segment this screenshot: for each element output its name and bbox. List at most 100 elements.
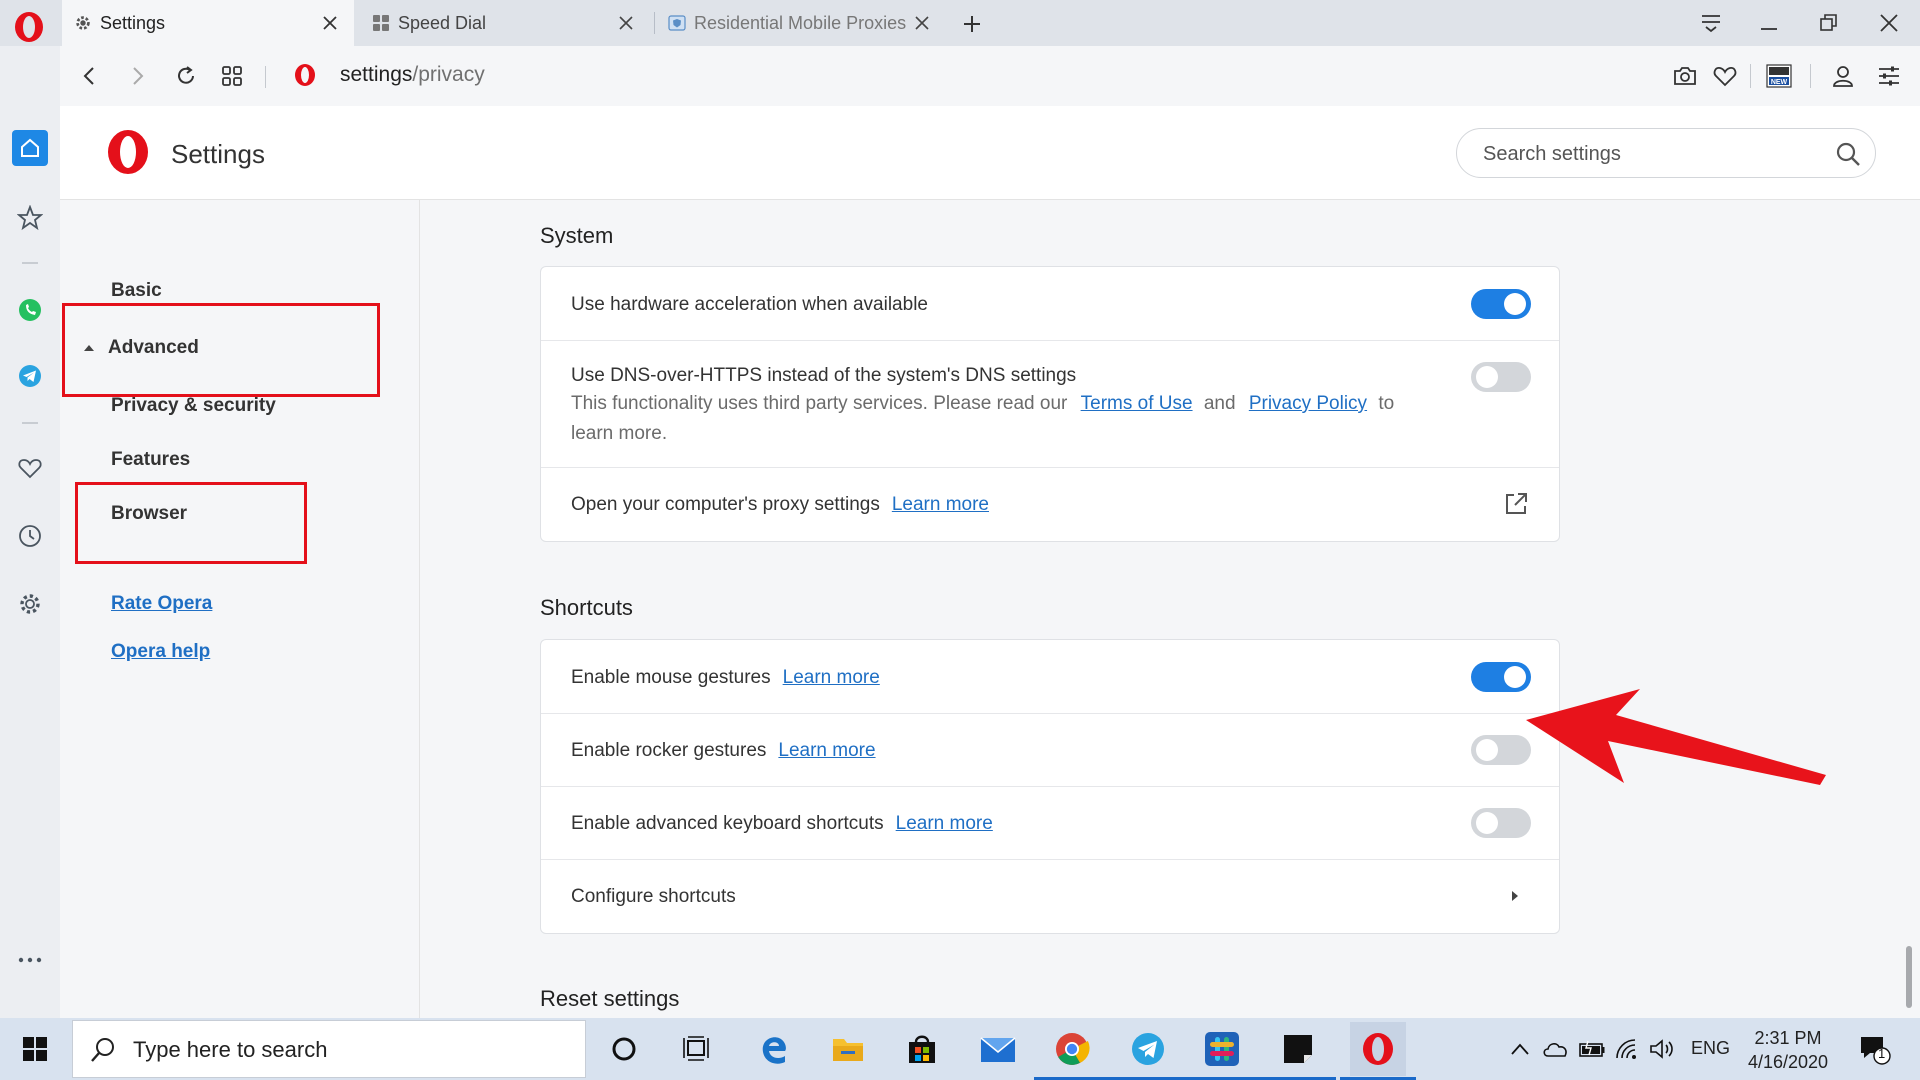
start-button[interactable] <box>12 1031 58 1067</box>
action-center-button[interactable]: 1 <box>1858 1034 1892 1066</box>
tab-speed-dial[interactable]: Speed Dial <box>360 0 650 46</box>
onedrive-tray-button[interactable] <box>1542 1036 1570 1062</box>
minimize-icon <box>1761 28 1777 30</box>
sidebar-rail <box>0 46 60 1018</box>
taskbar-search-box[interactable]: Type here to search <box>72 1020 586 1078</box>
close-tab-icon[interactable] <box>614 11 638 35</box>
rocker-gestures-row[interactable]: Enable rocker gestures Learn more <box>541 714 1559 787</box>
scrollbar-thumb[interactable] <box>1906 946 1912 1008</box>
speed-dial-home-button[interactable] <box>12 130 48 166</box>
tabs-overview-button[interactable] <box>217 61 247 91</box>
terms-of-use-link[interactable]: Terms of Use <box>1081 393 1193 414</box>
show-hidden-icons-button[interactable] <box>1506 1036 1534 1062</box>
hardware-acceleration-toggle[interactable] <box>1471 289 1531 319</box>
learn-more-link[interactable]: Learn more <box>892 494 989 515</box>
settings-button[interactable] <box>12 586 48 622</box>
keyboard-shortcuts-row[interactable]: Enable advanced keyboard shortcuts Learn … <box>541 787 1559 860</box>
forward-button[interactable] <box>122 61 152 91</box>
reload-button[interactable] <box>171 61 201 91</box>
bookmarks-button[interactable] <box>12 200 48 236</box>
tab-residential-proxies[interactable]: Residential Mobile Proxies <box>656 0 946 46</box>
opera-logo-icon <box>108 130 148 174</box>
camera-icon <box>1674 67 1696 85</box>
grid-icon <box>222 66 242 86</box>
wifi-tray-button[interactable] <box>1614 1036 1642 1062</box>
reload-icon <box>178 66 194 84</box>
minimize-button[interactable] <box>1752 8 1786 38</box>
telegram-icon <box>19 365 41 387</box>
tab-menu-button[interactable] <box>1694 8 1728 38</box>
volume-tray-button[interactable] <box>1648 1036 1676 1062</box>
learn-more-link[interactable]: Learn more <box>778 740 875 761</box>
notification-icon <box>1861 1037 1891 1065</box>
mouse-gestures-row[interactable]: Enable mouse gestures Learn more <box>541 640 1559 714</box>
cortana-circle-icon <box>612 1037 636 1061</box>
mail-button[interactable] <box>974 1026 1022 1072</box>
rate-opera-link[interactable]: Rate Opera <box>111 593 212 615</box>
opera-menu-button[interactable] <box>12 10 46 44</box>
url-field[interactable]: settings/privacy <box>340 63 485 87</box>
hardware-acceleration-row[interactable]: Use hardware acceleration when available <box>541 267 1559 341</box>
opera-help-link[interactable]: Opera help <box>111 641 210 663</box>
sticky-notes-button[interactable] <box>1260 1026 1336 1080</box>
battery-charging-icon <box>1579 1040 1605 1057</box>
whatsapp-button[interactable] <box>12 292 48 328</box>
store-button[interactable] <box>898 1026 946 1072</box>
settings-search-box[interactable] <box>1456 128 1876 178</box>
nav-item-features[interactable]: Features <box>111 449 190 471</box>
news-button[interactable]: NEW <box>1764 61 1794 91</box>
my-flow-button[interactable] <box>12 450 48 486</box>
proxy-settings-row[interactable]: Open your computer's proxy settings Learn… <box>541 468 1559 541</box>
nav-item-basic[interactable]: Basic <box>111 280 162 302</box>
restore-button[interactable] <box>1812 8 1846 38</box>
edge-icon <box>762 1037 786 1064</box>
learn-more-link[interactable]: Learn more <box>783 667 880 688</box>
external-link-icon[interactable] <box>1503 491 1529 517</box>
add-to-bookmarks-button[interactable] <box>1710 61 1740 91</box>
back-button[interactable] <box>75 61 105 91</box>
setting-label: Open your computer's proxy settings Learn… <box>571 494 989 516</box>
privacy-policy-link[interactable]: Privacy Policy <box>1249 393 1367 414</box>
account-button[interactable] <box>1828 61 1858 91</box>
setting-label: Enable rocker gestures Learn more <box>571 740 876 762</box>
chrome-button[interactable] <box>1034 1026 1110 1080</box>
more-button[interactable] <box>12 942 48 978</box>
file-explorer-button[interactable] <box>824 1026 872 1072</box>
edge-app-button[interactable] <box>750 1026 798 1072</box>
tab-settings[interactable]: Settings <box>62 0 354 46</box>
search-icon[interactable] <box>1835 141 1861 167</box>
search-input[interactable] <box>1483 141 1813 167</box>
description-text: and <box>1203 393 1236 414</box>
setting-label: Enable advanced keyboard shortcuts Learn … <box>571 813 993 835</box>
configure-shortcuts-row[interactable]: Configure shortcuts <box>541 860 1559 933</box>
close-window-button[interactable] <box>1872 8 1906 38</box>
cortana-button[interactable] <box>600 1026 648 1072</box>
dns-over-https-row[interactable]: Use DNS-over-HTTPS instead of the system… <box>541 341 1559 468</box>
home-icon <box>21 138 39 157</box>
nav-item-privacy-security[interactable]: Privacy & security <box>111 395 276 417</box>
history-button[interactable] <box>12 518 48 554</box>
telegram-button[interactable] <box>12 358 48 394</box>
keyboard-shortcuts-toggle[interactable] <box>1471 808 1531 838</box>
close-tab-icon[interactable] <box>910 11 934 35</box>
shield-page-icon <box>668 15 686 31</box>
settings-header: Settings <box>60 106 1920 200</box>
task-view-icon <box>683 1036 709 1061</box>
slack-button[interactable] <box>1184 1026 1260 1080</box>
learn-more-link[interactable]: Learn more <box>896 813 993 834</box>
close-tab-icon[interactable] <box>318 11 342 35</box>
toggle-knob <box>1476 812 1498 834</box>
dns-over-https-toggle[interactable] <box>1471 362 1531 392</box>
battery-tray-button[interactable] <box>1578 1036 1606 1062</box>
taskbar-clock[interactable]: 2:31 PM 4/16/2020 <box>1738 1026 1838 1074</box>
input-language[interactable]: ENG <box>1691 1038 1730 1059</box>
opera-logo-icon <box>1363 1033 1393 1065</box>
new-tab-button[interactable] <box>958 10 986 38</box>
telegram-app-button[interactable] <box>1110 1026 1186 1080</box>
snapshot-button[interactable] <box>1670 61 1700 91</box>
shortcuts-card: Enable mouse gestures Learn more Enable r… <box>540 639 1560 934</box>
easy-setup-button[interactable] <box>1874 61 1904 91</box>
opera-taskbar-button[interactable] <box>1340 1022 1416 1080</box>
task-view-button[interactable] <box>672 1026 720 1072</box>
chevron-right-icon <box>1512 891 1518 901</box>
